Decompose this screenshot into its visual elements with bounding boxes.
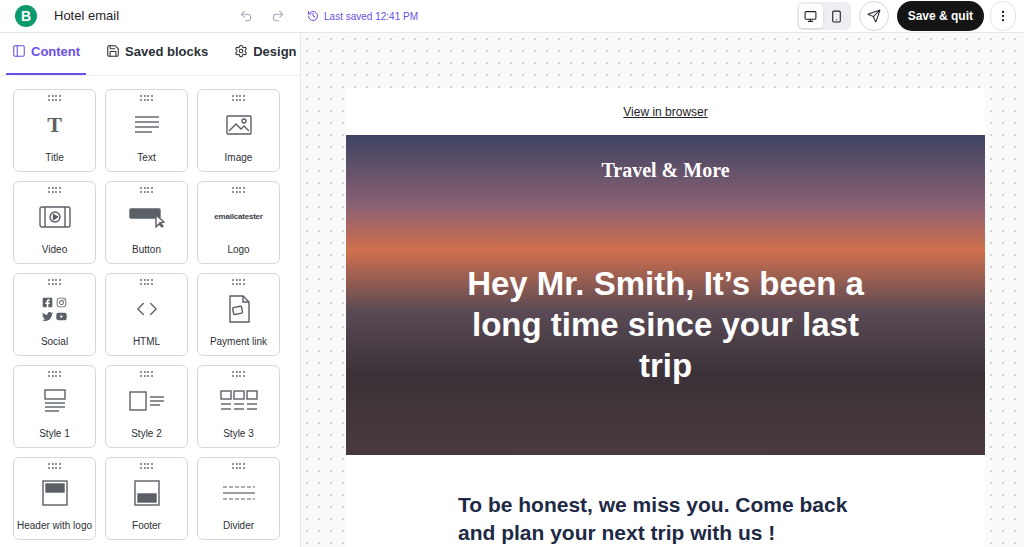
block-tile[interactable]: Payment link: [197, 273, 280, 356]
send-icon: [867, 9, 881, 23]
block-label: Footer: [132, 518, 161, 539]
sidebar-tab[interactable]: Saved blocks: [100, 42, 214, 76]
drag-handle-icon[interactable]: [48, 371, 61, 377]
block-tile[interactable]: Style 3: [197, 365, 280, 448]
twitter-icon: [42, 311, 53, 322]
device-option[interactable]: [825, 4, 849, 28]
drag-handle-icon[interactable]: [232, 463, 245, 469]
block-tile[interactable]: Social: [13, 273, 96, 356]
style2-icon: [129, 391, 165, 411]
block-label: Text: [137, 150, 155, 171]
sidebar-tabs: Content Saved blocks Design: [0, 33, 300, 76]
button-icon: [129, 206, 165, 228]
block-label: Style 3: [223, 426, 254, 447]
redo-icon[interactable]: [271, 9, 285, 23]
block-tile[interactable]: HTML: [105, 273, 188, 356]
block-tile[interactable]: emailcatester Logo: [197, 181, 280, 264]
block-tile[interactable]: Style 1: [13, 365, 96, 448]
style1-icon: [43, 389, 67, 413]
text-icon: [134, 115, 160, 135]
sidebar-tab[interactable]: Content: [6, 42, 86, 76]
gear-icon: [234, 44, 248, 58]
video-icon: [39, 206, 71, 228]
hero-headline[interactable]: Hey Mr. Smith, It’s been a long time sin…: [456, 263, 876, 386]
block-label: Button: [132, 242, 161, 263]
block-label: Style 1: [39, 426, 70, 447]
block-tile[interactable]: Video: [13, 181, 96, 264]
block-label: Header with logo: [17, 518, 92, 539]
panel-icon: [12, 44, 26, 58]
drag-handle-icon[interactable]: [48, 463, 61, 469]
drag-handle-icon[interactable]: [232, 95, 245, 101]
drag-handle-icon[interactable]: [232, 371, 245, 377]
brand-name[interactable]: Travel & More: [601, 155, 729, 185]
block-label: Social: [41, 334, 68, 355]
drag-handle-icon[interactable]: [232, 279, 245, 285]
canvas: View in browser Travel & More Hey Mr. Smit…: [301, 33, 1024, 547]
block-label: Logo: [227, 242, 249, 263]
divider-icon: [222, 485, 256, 501]
drag-handle-icon[interactable]: [48, 187, 61, 193]
send-test-button[interactable]: [859, 1, 889, 31]
facebook-icon: [42, 297, 53, 308]
sidebar: Content Saved blocks Design T Title Text Image…: [0, 33, 301, 547]
more-icon: [996, 9, 1010, 23]
header-icon: [42, 480, 68, 506]
mobile-icon: [830, 10, 843, 23]
block-tile[interactable]: Divider: [197, 457, 280, 540]
undo-icon[interactable]: [239, 9, 253, 23]
sidebar-tab[interactable]: Design: [228, 42, 302, 76]
drag-handle-icon[interactable]: [140, 463, 153, 469]
style3-icon: [220, 390, 258, 412]
drag-handle-icon[interactable]: [140, 279, 153, 285]
device-toggle: [797, 2, 851, 30]
block-label: HTML: [133, 334, 160, 355]
view-in-browser-link[interactable]: View in browser: [623, 103, 707, 121]
block-label: Image: [225, 150, 253, 171]
drag-handle-icon[interactable]: [140, 371, 153, 377]
footer-icon: [134, 480, 160, 506]
body-heading[interactable]: To be honest, we miss you. Come back and…: [346, 455, 985, 547]
document-title[interactable]: Hotel email: [54, 6, 119, 26]
block-tile[interactable]: Button: [105, 181, 188, 264]
block-tile[interactable]: T Title: [13, 89, 96, 172]
drag-handle-icon[interactable]: [48, 279, 61, 285]
email-editor: B Hotel email Last saved 12:41 PM Save & qu…: [0, 0, 1024, 547]
block-label: Divider: [223, 518, 254, 539]
device-option[interactable]: [799, 4, 823, 28]
instagram-icon: [56, 297, 67, 308]
youtube-icon: [56, 311, 67, 322]
block-tile[interactable]: Footer: [105, 457, 188, 540]
code-icon: [136, 298, 158, 320]
last-saved: Last saved 12:41 PM: [307, 9, 418, 24]
top-bar: B Hotel email Last saved 12:41 PM Save & qu…: [0, 0, 1024, 33]
block-tile[interactable]: Image: [197, 89, 280, 172]
block-label: Style 2: [131, 426, 162, 447]
drag-handle-icon[interactable]: [140, 187, 153, 193]
drag-handle-icon[interactable]: [232, 187, 245, 193]
block-label: Video: [42, 242, 67, 263]
drag-handle-icon[interactable]: [140, 95, 153, 101]
block-tile[interactable]: Style 2: [105, 365, 188, 448]
block-tile[interactable]: Text: [105, 89, 188, 172]
logo-icon: emailcatester: [214, 213, 263, 221]
block-label: Title: [45, 150, 64, 171]
drag-handle-icon[interactable]: [48, 95, 61, 101]
social-icon: [42, 297, 67, 322]
block-grid: T Title Text Image Video Button emailcatester L…: [0, 76, 300, 540]
title-icon: T: [47, 114, 62, 136]
block-tile[interactable]: Header with logo: [13, 457, 96, 540]
hero-section[interactable]: Travel & More Hey Mr. Smith, It’s been a …: [346, 135, 985, 455]
save-button[interactable]: Save & quit: [897, 1, 984, 31]
save-icon: [106, 44, 120, 58]
email-preview: View in browser Travel & More Hey Mr. Smit…: [346, 88, 985, 547]
desktop-icon: [804, 10, 817, 23]
history-icon: [307, 10, 319, 22]
block-label: Payment link: [210, 334, 267, 355]
more-button[interactable]: [990, 1, 1016, 31]
payment-icon: [227, 295, 251, 323]
app-logo[interactable]: B: [15, 5, 37, 27]
image-icon: [226, 115, 252, 135]
